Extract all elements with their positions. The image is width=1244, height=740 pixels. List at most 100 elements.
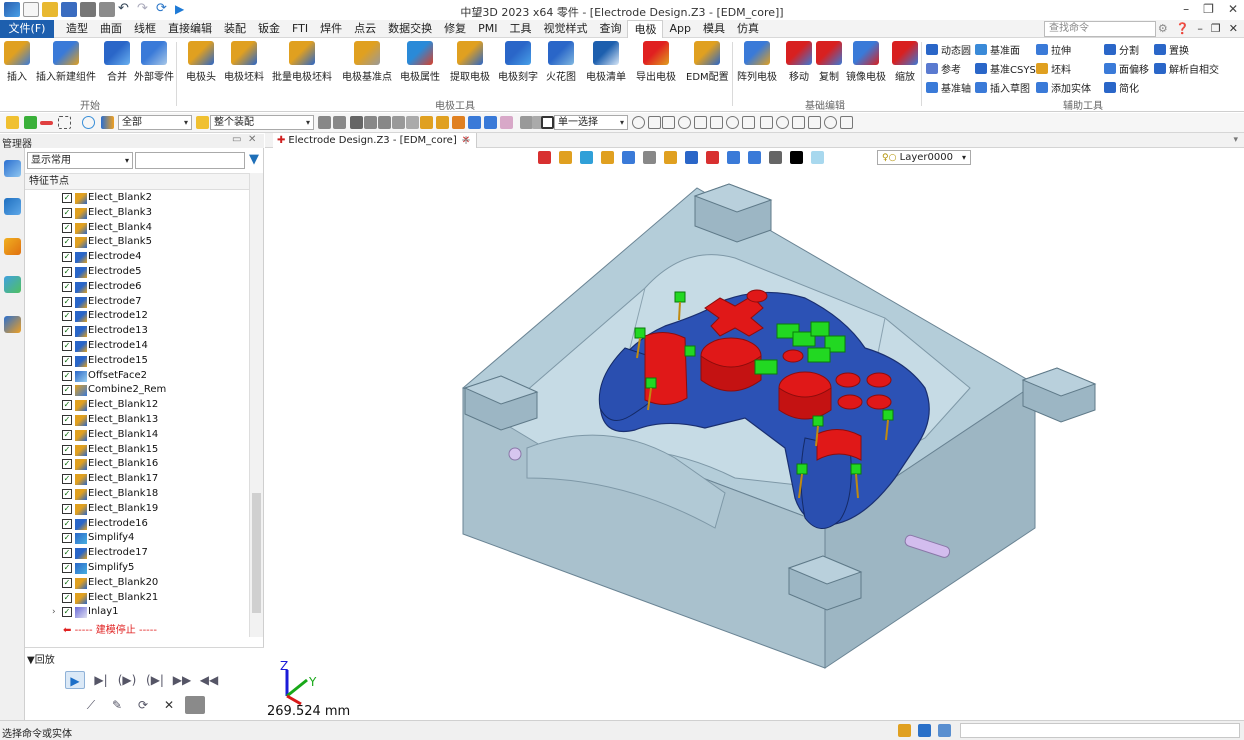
ribbon-small-button-3[interactable]: 基准面 — [975, 41, 1020, 57]
shape-filter-icon[interactable] — [82, 116, 95, 129]
tab-2[interactable]: 线框 — [128, 20, 162, 38]
stop-icon[interactable] — [185, 696, 205, 714]
tree-row[interactable]: ✓ Elect_Blank15 — [25, 443, 249, 458]
document-tab[interactable]: ✚ Electrode Design.Z3 - [EDM_core] ✕ — [273, 133, 478, 148]
ribbon-button-11[interactable]: 火花图 — [546, 41, 576, 83]
tree-row[interactable]: ✓ Electrode16 — [25, 517, 249, 532]
snap-icon-5[interactable] — [710, 116, 723, 129]
tab-1[interactable]: 曲面 — [94, 20, 128, 38]
settings-icon[interactable]: ⚙ — [1158, 22, 1168, 35]
fast-forward-button[interactable]: ▶▶ — [172, 671, 192, 689]
visibility-checkbox[interactable]: ✓ — [62, 252, 72, 263]
remove-filter-icon[interactable] — [40, 121, 53, 125]
tab-15[interactable]: 电极 — [627, 20, 664, 38]
toolbar-icon-5[interactable] — [392, 116, 405, 129]
tree-row[interactable]: ✓ Elect_Blank2 — [25, 191, 249, 206]
delete-icon[interactable]: ✕ — [159, 696, 179, 714]
filter-funnel-icon[interactable]: ▼ — [249, 152, 259, 167]
visibility-checkbox[interactable]: ✓ — [62, 281, 72, 292]
visibility-checkbox[interactable]: ✓ — [62, 237, 72, 248]
status-layout-icon[interactable] — [938, 724, 951, 737]
display-filter-select[interactable]: 显示常用 ▾ — [27, 152, 133, 169]
panel-close-icon[interactable]: ✕ — [248, 134, 256, 145]
help-icon[interactable]: ❓ — [1176, 22, 1190, 35]
ribbon-small-button-4[interactable]: 基准CSYS — [975, 60, 1036, 76]
toolbar-icon-9[interactable] — [452, 116, 465, 129]
tree-row[interactable]: ✓ Elect_Blank12 — [25, 398, 249, 413]
ribbon-button-14[interactable]: EDM配置 — [686, 41, 729, 83]
tree-row[interactable]: ✓ Elect_Blank5 — [25, 235, 249, 250]
tree-row[interactable]: ✓ Elect_Blank14 — [25, 428, 249, 443]
ribbon-button-8[interactable]: 电极属性 — [400, 41, 440, 83]
tab-8[interactable]: 点云 — [348, 20, 382, 38]
visibility-checkbox[interactable]: ✓ — [62, 459, 72, 470]
tree-row[interactable]: ✓ Elect_Blank18 — [25, 487, 249, 502]
close-icon[interactable]: ✕ — [1228, 2, 1238, 16]
snap-icon-10[interactable] — [792, 116, 805, 129]
visibility-checkbox[interactable]: ✓ — [62, 563, 72, 573]
visibility-checkbox[interactable]: ✓ — [62, 607, 72, 618]
tree-scrollbar-thumb[interactable] — [252, 493, 261, 613]
status-display-icon[interactable] — [918, 724, 931, 737]
window-minimize-icon[interactable]: – — [1197, 22, 1203, 35]
toolbar-icon-4[interactable] — [378, 116, 391, 129]
edit-icon[interactable]: ✎ — [107, 696, 127, 714]
tree-row[interactable]: ✓ Electrode7 — [25, 295, 249, 310]
tab-3[interactable]: 直接编辑 — [162, 20, 218, 38]
ribbon-button-0[interactable]: 插入 — [4, 41, 30, 83]
ribbon-button-6[interactable]: 批量电极坯料 — [272, 41, 332, 83]
ribbon-button-1[interactable]: 插入新建组件 — [36, 41, 96, 83]
ribbon-button-5[interactable]: 电极坯料 — [224, 41, 264, 83]
ribbon-button-3[interactable]: 外部零件 — [134, 41, 174, 83]
modeling-stop-marker[interactable]: ⬅ ----- 建模停止 ----- — [63, 621, 157, 636]
part-icon[interactable] — [4, 238, 21, 255]
ribbon-button-7[interactable]: 电极基准点 — [342, 41, 392, 83]
ribbon-small-button-6[interactable]: 拉伸 — [1036, 41, 1071, 57]
select-icon[interactable] — [6, 116, 19, 129]
visibility-checkbox[interactable]: ✓ — [62, 207, 72, 218]
status-input-field[interactable] — [960, 723, 1240, 738]
ribbon-small-button-8[interactable]: 添加实体 — [1036, 79, 1091, 95]
visibility-checkbox[interactable]: ✓ — [62, 548, 72, 559]
ribbon-button-12[interactable]: 电极清单 — [586, 41, 626, 83]
visibility-checkbox[interactable]: ✓ — [62, 355, 72, 366]
step-next-button[interactable]: (▶| — [145, 671, 165, 689]
toolbar-icon-1[interactable] — [333, 116, 346, 129]
step-end-button[interactable]: ▶| — [91, 671, 111, 689]
tree-row[interactable]: › ✓ Inlay1 — [25, 605, 249, 620]
history-tree-icon[interactable] — [4, 160, 21, 177]
tab-18[interactable]: 仿真 — [731, 20, 765, 38]
tree-row[interactable]: ✓ Combine2_Rem — [25, 383, 249, 398]
ribbon-button-13[interactable]: 导出电极 — [636, 41, 676, 83]
snap-icon-2[interactable] — [662, 116, 675, 129]
panel-pin-icon[interactable]: ▭ — [232, 134, 241, 145]
user-manager-icon[interactable] — [4, 316, 21, 333]
visibility-checkbox[interactable]: ✓ — [62, 222, 72, 233]
visibility-checkbox[interactable]: ✓ — [62, 193, 72, 203]
visibility-checkbox[interactable]: ✓ — [62, 267, 72, 277]
ribbon-button-2[interactable]: 合并 — [104, 41, 130, 83]
tab-7[interactable]: 焊件 — [314, 20, 348, 38]
tab-10[interactable]: 修复 — [438, 20, 472, 38]
snap-icon-13[interactable] — [840, 116, 853, 129]
tree-row[interactable]: ✓ Elect_Blank4 — [25, 221, 249, 236]
add-filter-icon[interactable] — [24, 116, 37, 129]
tab-12[interactable]: 工具 — [503, 20, 537, 38]
toolbar-icon-6[interactable] — [406, 116, 419, 129]
snap-icon-0[interactable] — [632, 116, 645, 129]
ribbon-button-15[interactable]: 阵列电极 — [737, 41, 777, 83]
expand-chevron-icon[interactable]: › — [52, 605, 56, 620]
visibility-checkbox[interactable]: ✓ — [62, 370, 72, 381]
tab-6[interactable]: FTI — [286, 20, 314, 38]
filter-chart-icon[interactable] — [101, 116, 114, 129]
visibility-checkbox[interactable]: ✓ — [62, 592, 72, 603]
toolbar-icon-3[interactable] — [364, 116, 377, 129]
visibility-checkbox[interactable]: ✓ — [62, 385, 72, 396]
visibility-checkbox[interactable]: ✓ — [62, 400, 72, 411]
snap-icon-3[interactable] — [678, 116, 691, 129]
ribbon-button-19[interactable]: 缩放 — [892, 41, 918, 83]
tree-row[interactable]: ✓ Electrode15 — [25, 354, 249, 369]
toolbar-icon-7[interactable] — [420, 116, 433, 129]
ribbon-button-9[interactable]: 提取电极 — [450, 41, 490, 83]
tree-row[interactable]: ✓ Elect_Blank19 — [25, 502, 249, 517]
